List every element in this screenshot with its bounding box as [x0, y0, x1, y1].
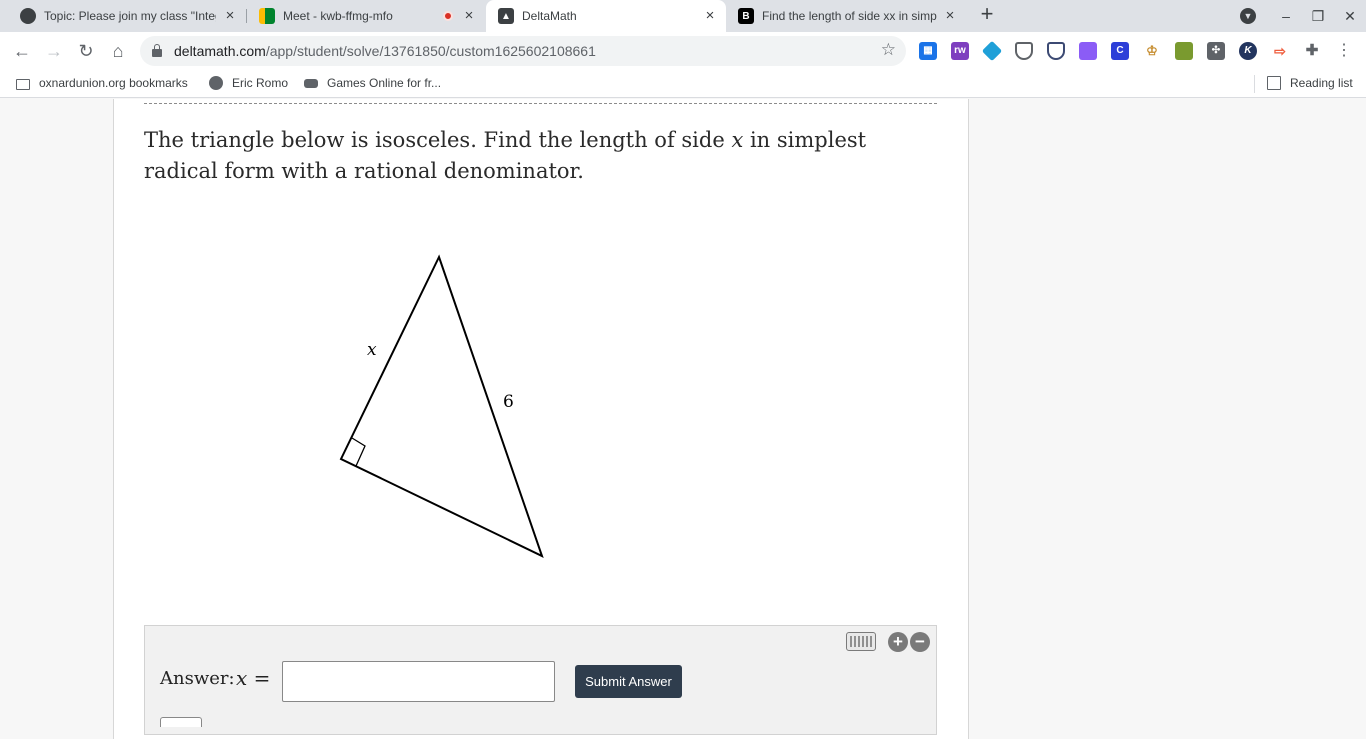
side-label-6: 6: [503, 392, 514, 412]
triangle-figure: x 6: [339, 254, 544, 558]
side-label-x: x: [367, 340, 377, 360]
answer-variable: x =: [236, 666, 271, 690]
zoom-out-icon[interactable]: −: [910, 632, 930, 652]
answer-input[interactable]: [282, 661, 555, 702]
answer-label: Answer:: [160, 668, 235, 689]
submit-answer-button[interactable]: Submit Answer: [575, 665, 682, 698]
keyboard-icon[interactable]: [846, 632, 876, 651]
secondary-control[interactable]: [160, 717, 202, 727]
right-angle-marker: [351, 437, 366, 467]
zoom-in-icon[interactable]: +: [888, 632, 908, 652]
